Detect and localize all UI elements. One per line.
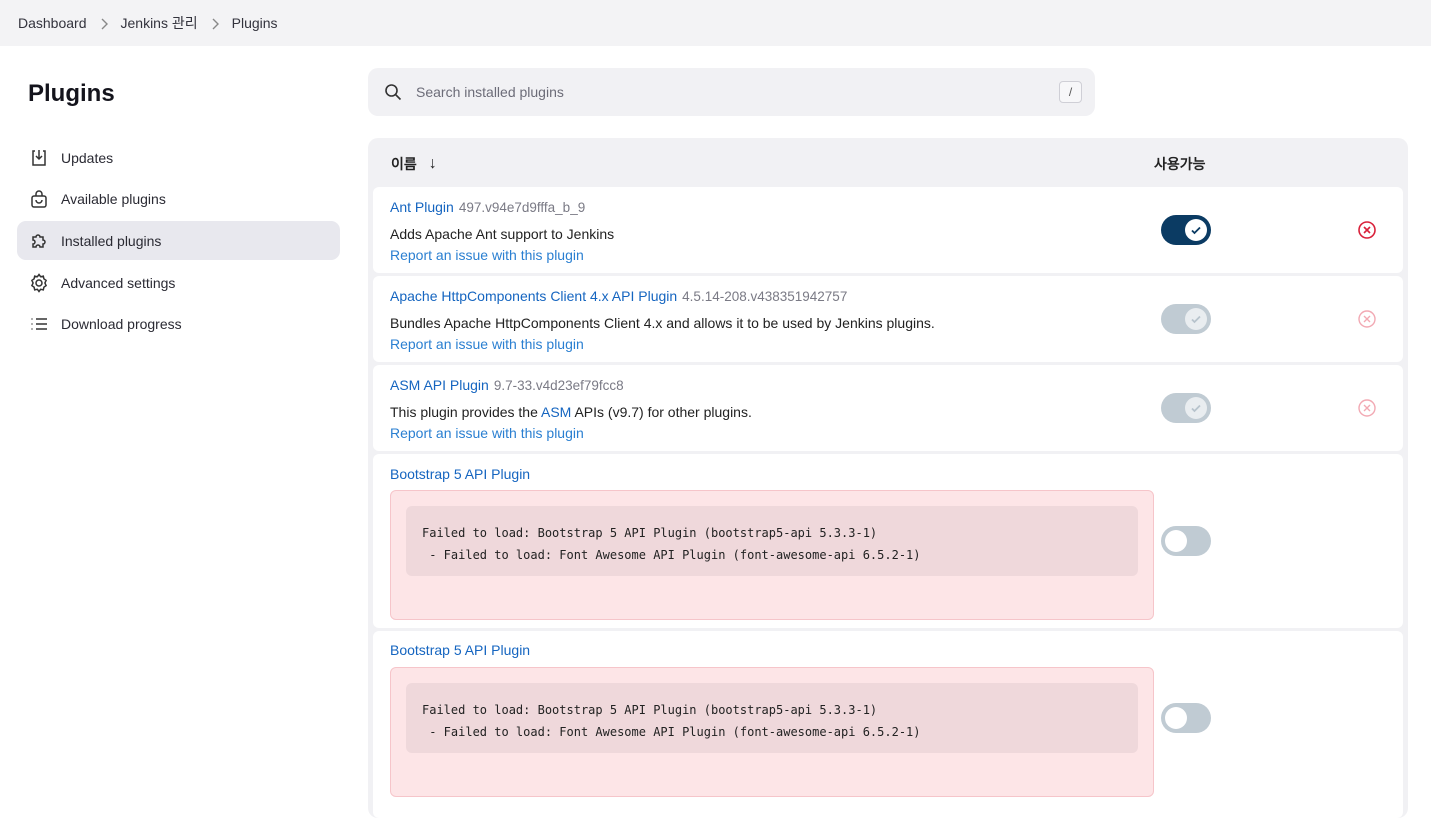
checkmark-icon (1185, 397, 1207, 419)
sidebar-item-updates[interactable]: Updates (17, 138, 340, 177)
column-header-enabled: 사용가능 (1154, 156, 1206, 172)
error-details: Failed to load: Bootstrap 5 API Plugin (… (406, 683, 1138, 753)
table-row: Apache HttpComponents Client 4.x API Plu… (373, 276, 1403, 362)
list-icon (29, 314, 49, 334)
plugin-name-link[interactable]: Apache HttpComponents Client 4.x API Plu… (390, 288, 677, 304)
error-details: Failed to load: Bootstrap 5 API Plugin (… (406, 506, 1138, 576)
plugin-version: 9.7-33.v4d23ef79fcc8 (493, 378, 624, 393)
sidebar-item-label: Download progress (61, 315, 182, 332)
sidebar-item-label: Installed plugins (61, 232, 162, 249)
plugin-name-link[interactable]: Bootstrap 5 API Plugin (390, 642, 530, 658)
breadcrumb-plugins[interactable]: Plugins (232, 15, 278, 31)
page-title: Plugins (28, 80, 115, 107)
search-input[interactable] (416, 84, 1036, 100)
error-message-box: Failed to load: Bootstrap 5 API Plugin (… (390, 490, 1154, 620)
shopping-bag-icon (29, 189, 49, 209)
puzzle-icon (29, 231, 49, 251)
keyboard-shortcut-hint: / (1059, 81, 1082, 103)
plugin-name-link[interactable]: Bootstrap 5 API Plugin (390, 466, 530, 482)
table-row: Bootstrap 5 API Plugin Failed to load: B… (373, 631, 1403, 818)
breadcrumb: Dashboard Jenkins 관리 Plugins (0, 0, 1431, 46)
enable-toggle[interactable] (1161, 526, 1211, 556)
sidebar-item-label: Advanced settings (61, 274, 176, 291)
asm-link[interactable]: ASM (541, 404, 571, 420)
column-header-name[interactable]: 이름 ↓ (391, 154, 437, 174)
search-box: / (368, 68, 1095, 116)
plugin-description: Bundles Apache HttpComponents Client 4.x… (390, 315, 935, 331)
report-issue-link[interactable]: Report an issue with this plugin (390, 336, 584, 352)
error-message-box: Failed to load: Bootstrap 5 API Plugin (… (390, 667, 1154, 797)
plugin-version: 4.5.14-208.v438351942757 (682, 289, 848, 304)
sidebar-item-download-progress[interactable]: Download progress (17, 304, 340, 343)
uninstall-icon (1357, 398, 1377, 418)
uninstall-icon (1357, 309, 1377, 329)
report-issue-link[interactable]: Report an issue with this plugin (390, 247, 584, 263)
sidebar-item-label: Updates (61, 149, 114, 166)
plugins-table: 이름 ↓ 사용가능 Ant Plugin 497.v94e7d9fffa_b_9 … (368, 138, 1408, 818)
uninstall-icon[interactable] (1357, 220, 1377, 240)
plugin-name-link[interactable]: Ant Plugin (390, 199, 454, 215)
table-row: ASM API Plugin 9.7-33.v4d23ef79fcc8 This … (373, 365, 1403, 451)
breadcrumb-jenkins-manage[interactable]: Jenkins 관리 (121, 13, 198, 33)
plugin-name-link[interactable]: ASM API Plugin (390, 377, 489, 393)
sidebar-item-advanced-settings[interactable]: Advanced settings (17, 263, 340, 302)
enable-toggle (1161, 393, 1211, 423)
report-issue-link[interactable]: Report an issue with this plugin (390, 425, 584, 441)
sidebar-item-available-plugins[interactable]: Available plugins (17, 179, 340, 218)
plugin-description: Adds Apache Ant support to Jenkins (390, 226, 615, 242)
chevron-right-icon (87, 15, 121, 31)
checkmark-icon (1185, 219, 1207, 241)
plugin-description: This plugin provides the ASM APIs (v9.7)… (390, 404, 752, 420)
download-icon (29, 148, 49, 168)
checkmark-icon (1185, 308, 1207, 330)
table-row: Ant Plugin 497.v94e7d9fffa_b_9 Adds Apach… (373, 187, 1403, 273)
sidebar-item-label: Available plugins (61, 190, 166, 207)
enable-toggle (1161, 304, 1211, 334)
table-row: Bootstrap 5 API Plugin Failed to load: B… (373, 454, 1403, 628)
sort-arrow-down-icon: ↓ (428, 155, 437, 172)
gear-icon (29, 272, 49, 293)
search-icon (384, 83, 402, 101)
enable-toggle[interactable] (1161, 215, 1211, 245)
plugin-version: 497.v94e7d9fffa_b_9 (458, 200, 586, 215)
chevron-right-icon (198, 15, 232, 31)
breadcrumb-dashboard[interactable]: Dashboard (18, 15, 87, 31)
enable-toggle[interactable] (1161, 703, 1211, 733)
sidebar-item-installed-plugins[interactable]: Installed plugins (17, 221, 340, 260)
